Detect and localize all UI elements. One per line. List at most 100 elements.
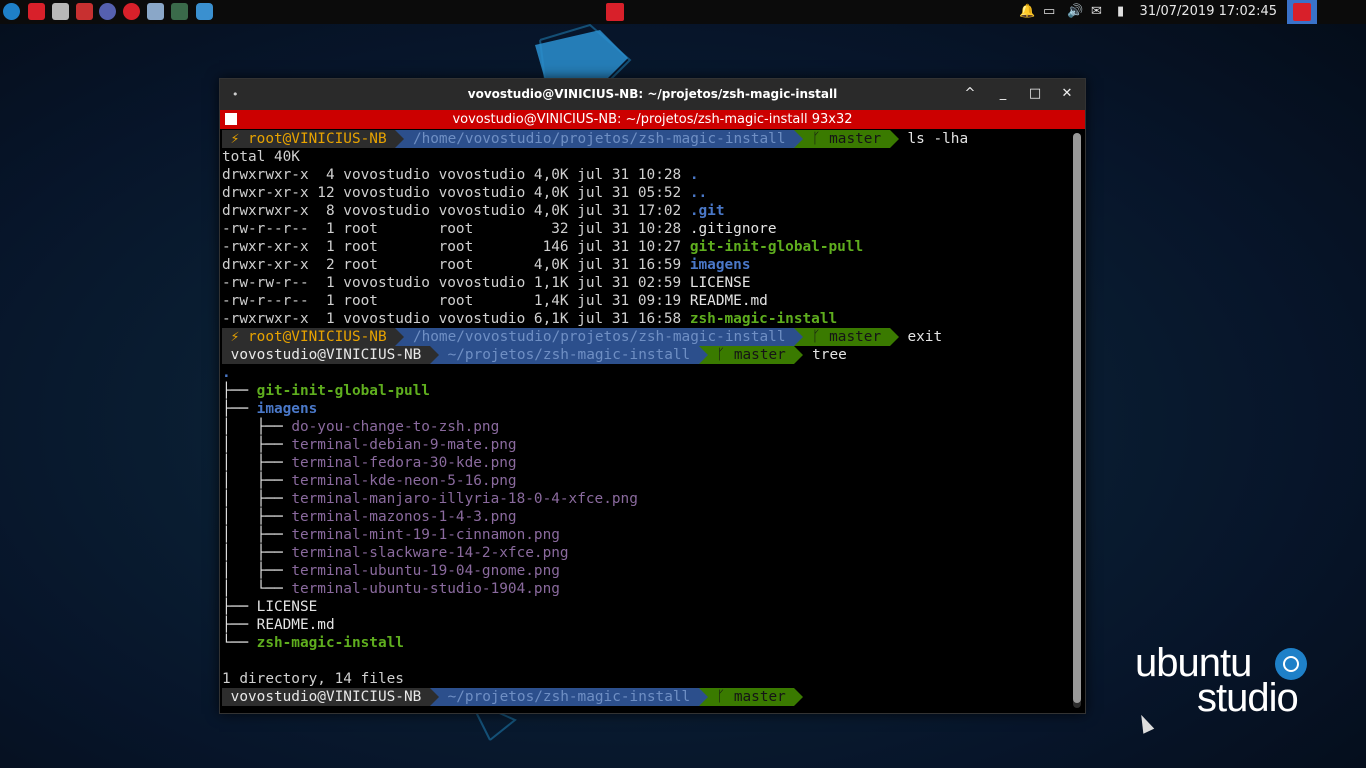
prompt-user-segment: ⚡ root@VINICIUS-NB: [222, 328, 396, 346]
show-desktop-button[interactable]: [1287, 0, 1317, 24]
tree-entry: terminal-debian-9-mate.png: [291, 437, 517, 453]
terminal-content[interactable]: ⚡ root@VINICIUS-NB /home/vovostudio/proj…: [222, 130, 1070, 710]
tree-entry: git-init-global-pull: [256, 383, 430, 399]
scrollbar-thumb[interactable]: [1073, 133, 1081, 703]
tree-branch: │ ├──: [222, 437, 292, 453]
prompt-user-segment: ⚡ root@VINICIUS-NB: [222, 130, 396, 148]
top-panel: 🔔 ▭ 🔊 ✉ ▮ 31/07/2019 17:02:45: [0, 0, 1366, 24]
ls-row-meta: -rw-r--r-- 1 root root 1,4K jul 31 09:19: [222, 293, 690, 309]
tree-row: │ ├── terminal-slackware-14-2-xfce.png: [222, 544, 1070, 562]
tree-branch: │ ├──: [222, 527, 292, 543]
clock[interactable]: 31/07/2019 17:02:45: [1140, 4, 1277, 19]
prompt-user-segment: vovostudio@VINICIUS-NB: [222, 346, 430, 364]
ls-row-name: zsh-magic-install: [689, 311, 838, 327]
tree-branch: ├──: [222, 401, 257, 417]
tree-entry: terminal-ubuntu-studio-1904.png: [291, 581, 560, 597]
tree-entry: terminal-manjaro-illyria-18-0-4-xfce.png: [291, 491, 638, 507]
close-button[interactable]: ✕: [1058, 85, 1076, 103]
ls-row-meta: -rw-r--r-- 1 root root 32 jul 31 10:28: [222, 221, 690, 237]
tree-row: │ ├── terminal-manjaro-illyria-18-0-4-xf…: [222, 490, 1070, 508]
ls-row: -rwxrwxr-x 1 vovostudio vovostudio 6,1K …: [222, 310, 1070, 328]
ls-row: drwxr-xr-x 12 vovostudio vovostudio 4,0K…: [222, 184, 1070, 202]
tree-entry: imagens: [256, 401, 318, 417]
tree-row: │ ├── terminal-ubuntu-19-04-gnome.png: [222, 562, 1070, 580]
ls-row-meta: -rw-rw-r-- 1 vovostudio vovostudio 1,1K …: [222, 275, 690, 291]
terminal-line: .: [222, 364, 1070, 382]
tree-entry: terminal-kde-neon-5-16.png: [291, 473, 517, 489]
mail-icon[interactable]: ✉: [1091, 4, 1102, 19]
tree-row: │ ├── terminal-mazonos-1-4-3.png: [222, 508, 1070, 526]
ls-row-name: .: [689, 167, 699, 183]
ls-row-meta: -rwxrwxr-x 1 vovostudio vovostudio 6,1K …: [222, 311, 690, 327]
window-title: vovostudio@VINICIUS-NB: ~/projetos/zsh-m…: [467, 87, 838, 101]
bell-icon[interactable]: 🔔: [1019, 4, 1035, 19]
prompt-line: ⚡ root@VINICIUS-NB /home/vovostudio/proj…: [222, 328, 1070, 346]
tree-branch: ├──: [222, 383, 257, 399]
terminal-line: total 40K: [222, 148, 1070, 166]
tree-row: │ ├── terminal-fedora-30-kde.png: [222, 454, 1070, 472]
minimize-button[interactable]: _: [994, 85, 1012, 103]
ls-row-meta: drwxr-xr-x 12 vovostudio vovostudio 4,0K…: [222, 185, 690, 201]
tree-entry: terminal-fedora-30-kde.png: [291, 455, 517, 471]
terminal-icon: [225, 113, 237, 125]
tree-entry: terminal-ubuntu-19-04-gnome.png: [291, 563, 560, 579]
volume-icon[interactable]: 🔊: [1067, 4, 1083, 19]
tree-entry: LICENSE: [256, 599, 318, 615]
ls-row: -rwxr-xr-x 1 root root 146 jul 31 10:27 …: [222, 238, 1070, 256]
cube-icon[interactable]: [147, 3, 164, 20]
tree-row: ├── imagens: [222, 400, 1070, 418]
window-icon[interactable]: ▭: [1043, 4, 1055, 19]
maximize-button[interactable]: □: [1026, 85, 1044, 103]
prompt-git-segment: ᚴ master: [803, 130, 890, 148]
window-titlebar[interactable]: • vovostudio@VINICIUS-NB: ~/projetos/zsh…: [220, 79, 1085, 110]
tree-root: .: [222, 365, 231, 381]
ls-row-meta: drwxr-xr-x 2 root root 4,0K jul 31 16:59: [222, 257, 690, 273]
ubuntu-studio-icon[interactable]: [3, 3, 20, 20]
taskbar-terminal-icon[interactable]: [606, 3, 624, 21]
tree-row: │ ├── do-you-change-to-zsh.png: [222, 418, 1070, 436]
prompt-separator-icon: [395, 130, 405, 148]
prompt-dir-segment: /home/vovostudio/projetos/zsh-magic-inst…: [404, 328, 795, 346]
prompt-separator-icon: [794, 688, 804, 706]
ls-row-name: git-init-global-pull: [689, 239, 864, 255]
prompt-separator-icon: [794, 130, 804, 148]
ls-row: drwxrwxr-x 8 vovostudio vovostudio 4,0K …: [222, 202, 1070, 220]
ls-row-name: LICENSE: [689, 275, 751, 291]
tree-branch: │ ├──: [222, 563, 292, 579]
prompt-dir-segment: ~/projetos/zsh-magic-install: [438, 688, 699, 706]
tree-branch: └──: [222, 635, 257, 651]
prompt-separator-icon: [889, 130, 899, 148]
tree-row: │ ├── terminal-debian-9-mate.png: [222, 436, 1070, 454]
ls-row: -rw-rw-r-- 1 vovostudio vovostudio 1,1K …: [222, 274, 1070, 292]
presentation-icon: [1293, 3, 1311, 21]
tree-entry: terminal-mint-19-1-cinnamon.png: [291, 527, 560, 543]
files-icon[interactable]: [52, 3, 69, 20]
tree-branch: │ ├──: [222, 509, 292, 525]
prompt-dir-segment: ~/projetos/zsh-magic-install: [438, 346, 699, 364]
compass-icon[interactable]: [99, 3, 116, 20]
tree-branch: ├──: [222, 617, 257, 633]
network-icon[interactable]: [171, 3, 188, 20]
browser-icon[interactable]: [123, 3, 140, 20]
prompt-separator-icon: [429, 346, 439, 364]
tree-branch: │ ├──: [222, 491, 292, 507]
tree-branch: │ ├──: [222, 455, 292, 471]
screenshot-icon[interactable]: [196, 3, 213, 20]
ls-total: total 40K: [222, 149, 300, 165]
presentation-icon[interactable]: [28, 3, 45, 20]
prompt-separator-icon: [794, 328, 804, 346]
ls-row: drwxr-xr-x 2 root root 4,0K jul 31 16:59…: [222, 256, 1070, 274]
filezilla-icon[interactable]: [76, 3, 93, 20]
battery-icon[interactable]: ▮: [1117, 4, 1124, 19]
scrollbar[interactable]: [1073, 133, 1081, 708]
terminal-line: 1 directory, 14 files: [222, 670, 1070, 688]
tree-branch: │ ├──: [222, 545, 292, 561]
collapse-button[interactable]: ^: [961, 85, 979, 103]
prompt-separator-icon: [889, 328, 899, 346]
tree-summary: 1 directory, 14 files: [222, 671, 404, 687]
tree-row: │ └── terminal-ubuntu-studio-1904.png: [222, 580, 1070, 598]
terminal-window[interactable]: • vovostudio@VINICIUS-NB: ~/projetos/zsh…: [219, 78, 1086, 714]
prompt-line: vovostudio@VINICIUS-NB ~/projetos/zsh-ma…: [222, 346, 1070, 364]
prompt-separator-icon: [429, 688, 439, 706]
